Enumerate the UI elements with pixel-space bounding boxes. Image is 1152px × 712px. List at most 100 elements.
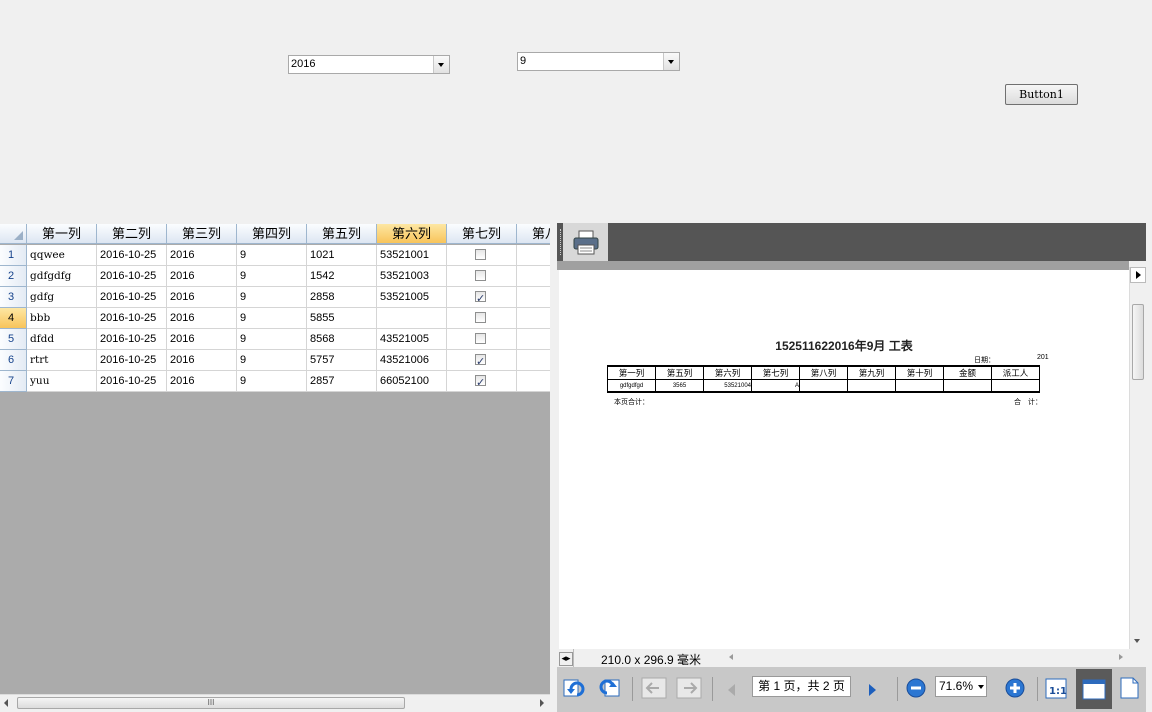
- table-cell[interactable]: 2016-10-25: [97, 350, 167, 371]
- checkbox-cell[interactable]: [447, 350, 517, 371]
- table-row[interactable]: 1 qqwee 2016-10-25 2016 9 1021 53521001: [0, 245, 550, 266]
- checkbox[interactable]: [475, 249, 486, 260]
- table-cell[interactable]: 43521006: [377, 350, 447, 371]
- split-icon[interactable]: ◂▸: [559, 652, 573, 666]
- table-cell[interactable]: [517, 350, 550, 371]
- select-all-corner[interactable]: [0, 224, 27, 244]
- scroll-left-icon[interactable]: [4, 699, 8, 707]
- table-cell[interactable]: [517, 266, 550, 287]
- table-cell[interactable]: rtrt: [27, 350, 97, 371]
- row-header[interactable]: 5: [0, 329, 27, 350]
- data-grid[interactable]: 第一列 第二列 第三列 第四列 第五列 第六列 第七列 第八列 1qqwee20…: [0, 224, 550, 694]
- zoom-in-icon[interactable]: [1002, 675, 1028, 701]
- row-header[interactable]: 6: [0, 350, 27, 371]
- table-cell[interactable]: 2016-10-25: [97, 329, 167, 350]
- table-cell[interactable]: 9: [237, 371, 307, 392]
- checkbox-cell[interactable]: [447, 245, 517, 266]
- zoom-out-icon[interactable]: [903, 675, 929, 701]
- table-cell[interactable]: [517, 371, 550, 392]
- table-cell[interactable]: dfdd: [27, 329, 97, 350]
- column-header[interactable]: 第一列: [27, 224, 97, 244]
- table-cell[interactable]: 2016: [167, 266, 237, 287]
- checkbox-cell[interactable]: [447, 266, 517, 287]
- table-cell[interactable]: [377, 308, 447, 329]
- back-arrow-icon[interactable]: [641, 675, 667, 701]
- table-cell[interactable]: 2858: [307, 287, 377, 308]
- table-cell[interactable]: yuu: [27, 371, 97, 392]
- table-cell[interactable]: 5855: [307, 308, 377, 329]
- table-cell[interactable]: qqwee: [27, 245, 97, 266]
- chevron-down-icon[interactable]: [663, 53, 679, 70]
- table-cell[interactable]: 2016-10-25: [97, 287, 167, 308]
- table-cell[interactable]: 2016: [167, 308, 237, 329]
- column-header[interactable]: 第五列: [307, 224, 377, 244]
- table-cell[interactable]: 53521001: [377, 245, 447, 266]
- column-header[interactable]: 第二列: [97, 224, 167, 244]
- table-row[interactable]: 3 gdfg 2016-10-25 2016 9 2858 53521005: [0, 287, 550, 308]
- actual-size-icon[interactable]: 1:1: [1043, 675, 1069, 701]
- scroll-right-icon[interactable]: [540, 699, 544, 707]
- table-cell[interactable]: 9: [237, 350, 307, 371]
- table-cell[interactable]: [517, 329, 550, 350]
- table-cell[interactable]: 8568: [307, 329, 377, 350]
- scrollbar-thumb[interactable]: III: [17, 697, 405, 709]
- checkbox[interactable]: [475, 270, 486, 281]
- checkbox[interactable]: [475, 333, 486, 344]
- refresh-icon[interactable]: [561, 675, 587, 701]
- table-cell[interactable]: 2016: [167, 371, 237, 392]
- table-row[interactable]: 4 bbb 2016-10-25 2016 9 5855: [0, 308, 550, 329]
- column-header[interactable]: 第八列: [517, 224, 550, 244]
- zoom-combobox[interactable]: 71.6%: [935, 676, 987, 697]
- checkbox-cell[interactable]: [447, 329, 517, 350]
- hscroll-left-icon[interactable]: [729, 654, 733, 660]
- table-cell[interactable]: 2016: [167, 245, 237, 266]
- row-header[interactable]: 4: [0, 308, 27, 329]
- table-cell[interactable]: [517, 245, 550, 266]
- hscroll-right-icon[interactable]: [1119, 654, 1123, 660]
- column-header-selected[interactable]: 第六列: [377, 224, 447, 244]
- table-row[interactable]: 2 gdfgdfg 2016-10-25 2016 9 1542 53521003: [0, 266, 550, 287]
- table-cell[interactable]: 1542: [307, 266, 377, 287]
- row-header[interactable]: 3: [0, 287, 27, 308]
- table-cell[interactable]: bbb: [27, 308, 97, 329]
- table-cell[interactable]: 9: [237, 287, 307, 308]
- table-cell[interactable]: 9: [237, 266, 307, 287]
- table-cell[interactable]: [517, 287, 550, 308]
- year-combobox[interactable]: 2016: [288, 55, 450, 74]
- column-header[interactable]: 第七列: [447, 224, 517, 244]
- table-cell[interactable]: 53521005: [377, 287, 447, 308]
- table-cell[interactable]: 9: [237, 245, 307, 266]
- table-cell[interactable]: 2016-10-25: [97, 371, 167, 392]
- checkbox-checked[interactable]: [475, 289, 486, 307]
- page-indicator[interactable]: 第 1 页，共 2 页: [752, 676, 851, 697]
- scroll-up-button[interactable]: [1130, 267, 1146, 283]
- table-cell[interactable]: 2016: [167, 287, 237, 308]
- table-cell[interactable]: 2016-10-25: [97, 308, 167, 329]
- table-cell[interactable]: 53521003: [377, 266, 447, 287]
- whole-page-icon[interactable]: [1116, 675, 1142, 701]
- table-cell[interactable]: 9: [237, 308, 307, 329]
- table-row[interactable]: 7 yuu 2016-10-25 2016 9 2857 66052100: [0, 371, 550, 392]
- page-width-button[interactable]: [1076, 669, 1112, 709]
- row-header[interactable]: 2: [0, 266, 27, 287]
- checkbox-checked[interactable]: [475, 352, 486, 370]
- table-cell[interactable]: gdfgdfg: [27, 266, 97, 287]
- month-combobox[interactable]: 9: [517, 52, 680, 71]
- viewer-vertical-scrollbar[interactable]: [1129, 267, 1146, 649]
- table-cell[interactable]: 2016: [167, 350, 237, 371]
- table-cell[interactable]: 2016: [167, 329, 237, 350]
- checkbox-checked[interactable]: [475, 373, 486, 391]
- column-header[interactable]: 第四列: [237, 224, 307, 244]
- refresh-alt-icon[interactable]: [597, 675, 623, 701]
- button1[interactable]: Button1: [1005, 84, 1078, 105]
- scrollbar-thumb[interactable]: [1132, 304, 1144, 380]
- grid-horizontal-scrollbar[interactable]: III: [0, 694, 550, 712]
- chevron-down-icon[interactable]: [978, 685, 984, 689]
- table-cell[interactable]: 66052100: [377, 371, 447, 392]
- forward-arrow-icon[interactable]: [676, 675, 702, 701]
- next-page-icon[interactable]: [869, 684, 876, 696]
- table-cell[interactable]: 43521005: [377, 329, 447, 350]
- checkbox-cell[interactable]: [447, 371, 517, 392]
- table-row[interactable]: 5 dfdd 2016-10-25 2016 9 8568 43521005: [0, 329, 550, 350]
- checkbox[interactable]: [475, 312, 486, 323]
